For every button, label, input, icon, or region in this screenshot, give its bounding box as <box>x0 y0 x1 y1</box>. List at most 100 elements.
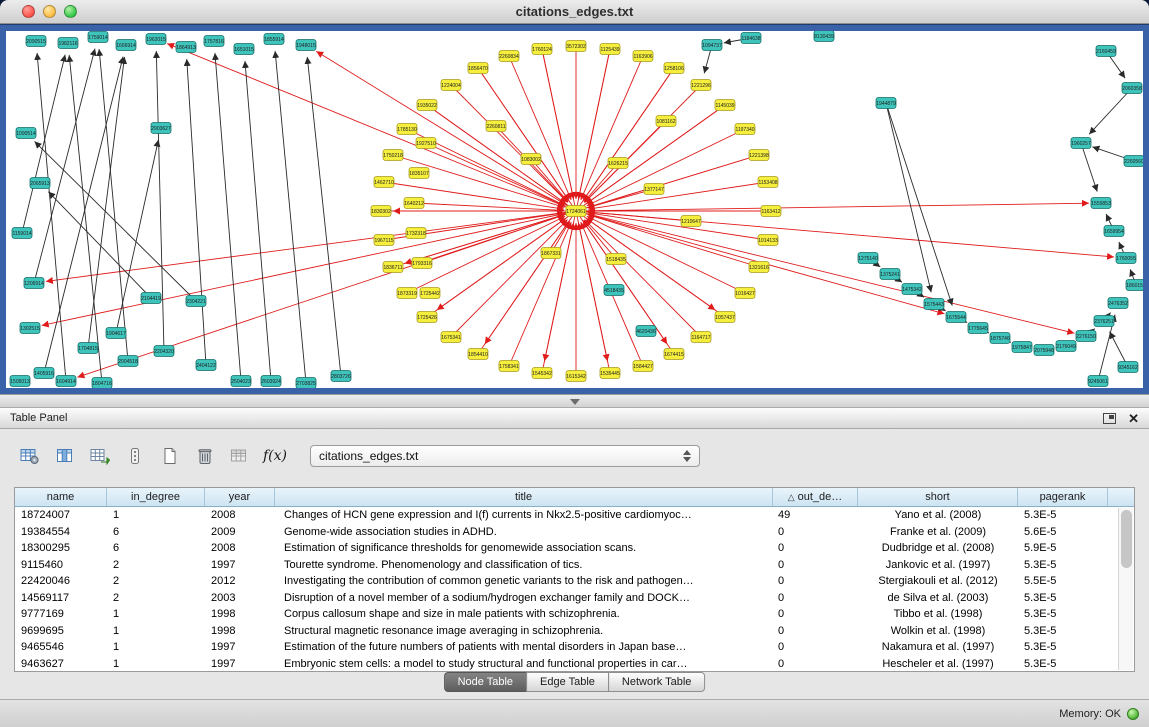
tab-edge-table[interactable]: Edge Table <box>526 672 609 692</box>
network-node[interactable]: 1163412 <box>761 206 781 217</box>
network-node[interactable]: 1855914 <box>264 34 284 45</box>
network-node[interactable]: 1505013 <box>10 376 30 387</box>
network-node[interactable]: 1750218 <box>383 150 403 161</box>
column-header-year[interactable]: year <box>205 488 275 506</box>
network-node[interactable]: 2204320 <box>154 346 174 357</box>
table-row[interactable]: 1830029562008Estimation of significance … <box>15 540 1134 557</box>
table-selector-dropdown[interactable]: citations_edges.txt <box>310 445 700 467</box>
network-node[interactable]: 1575443 <box>924 299 944 310</box>
network-node[interactable]: 2065913 <box>30 178 50 189</box>
table-row[interactable]: 1456911722003Disruption of a novel membe… <box>15 590 1134 607</box>
network-node[interactable]: 1793316 <box>412 258 432 269</box>
network-node[interactable]: 1016427 <box>735 288 755 299</box>
network-node[interactable]: 1258106 <box>664 63 684 74</box>
network-node[interactable]: 1724061 <box>566 206 586 217</box>
network-node[interactable]: 1760055 <box>1116 253 1136 264</box>
delete-table-icon[interactable] <box>191 443 219 469</box>
network-node[interactable]: 1835107 <box>409 168 429 179</box>
network-node[interactable]: 2104419 <box>141 293 161 304</box>
network-node[interactable]: 1804716 <box>92 378 112 389</box>
network-node[interactable]: 1405916 <box>34 368 54 379</box>
network-node[interactable]: 1725426 <box>417 312 437 323</box>
network-node[interactable]: 1775645 <box>968 323 988 334</box>
minimize-window-button[interactable] <box>43 5 56 18</box>
network-node[interactable]: 1462710 <box>374 177 394 188</box>
network-node[interactable]: 1704815 <box>78 343 98 354</box>
network-node[interactable]: 2260811 <box>486 121 506 132</box>
network-node[interactable]: 4518435 <box>604 285 624 296</box>
network-node[interactable]: 1518435 <box>606 254 626 265</box>
row-height-icon[interactable] <box>121 443 149 469</box>
network-canvas[interactable]: 1724061116341211534081221398119734011450… <box>6 31 1143 388</box>
function-builder-icon[interactable]: f(x) <box>261 443 289 469</box>
network-node[interactable]: 1757816 <box>204 36 224 47</box>
column-header-title[interactable]: title <box>275 488 773 506</box>
table-row[interactable]: 977716911998Corpus callosum shape and si… <box>15 606 1134 623</box>
network-node[interactable]: 2703825 <box>296 378 316 389</box>
network-node[interactable]: 1159014 <box>12 228 32 239</box>
network-node[interactable]: 1967115 <box>374 235 394 246</box>
splitter-collapse-icon[interactable] <box>570 399 580 405</box>
network-node[interactable]: 1732318 <box>406 228 426 239</box>
network-node[interactable]: 1321616 <box>749 262 769 273</box>
table-row[interactable]: 911546021997Tourette syndrome. Phenomeno… <box>15 557 1134 574</box>
network-node[interactable]: 1836711 <box>383 262 403 273</box>
network-node[interactable]: 2504023 <box>231 376 251 387</box>
network-node[interactable]: 8130439 <box>814 31 834 42</box>
network-node[interactable]: 1785130 <box>397 124 417 135</box>
table-row[interactable]: 2242004622012Investigating the contribut… <box>15 573 1134 590</box>
column-header-in_degree[interactable]: in_degree <box>107 488 205 506</box>
network-node[interactable]: 1535445 <box>600 368 620 379</box>
close-panel-icon[interactable]: ✕ <box>1128 412 1139 425</box>
window-titlebar[interactable]: citations_edges.txt <box>0 0 1149 24</box>
network-node[interactable]: 9345162 <box>1118 362 1138 373</box>
network-node[interactable]: 1651015 <box>234 44 254 55</box>
network-node[interactable]: 1759014 <box>88 32 108 43</box>
column-header-pagerank[interactable]: pagerank <box>1018 488 1108 506</box>
network-node[interactable]: 2276150 <box>1076 331 1096 342</box>
network-node[interactable]: 1830302 <box>371 206 391 217</box>
network-node[interactable]: 1125439 <box>600 44 620 55</box>
network-node[interactable]: 1626215 <box>608 158 628 169</box>
network-node[interactable]: 1982116 <box>58 38 78 49</box>
network-node[interactable]: 1153408 <box>758 177 778 188</box>
network-node[interactable]: 1057437 <box>715 312 735 323</box>
network-node[interactable]: 1615342 <box>566 371 586 382</box>
table-row[interactable]: 946362711997Embryonic stem cells: a mode… <box>15 656 1134 673</box>
network-node[interactable]: 2903627 <box>151 123 171 134</box>
network-node[interactable]: 2060358 <box>1122 83 1142 94</box>
network-node[interactable]: 2160459 <box>1096 46 1116 57</box>
network-node[interactable]: 1210647 <box>681 216 701 227</box>
merge-table-icon[interactable] <box>226 443 254 469</box>
network-node[interactable]: 1904617 <box>106 328 126 339</box>
column-preferences-icon[interactable] <box>51 443 79 469</box>
network-node[interactable]: 1163906 <box>633 51 653 62</box>
network-node[interactable]: 1854410 <box>468 349 488 360</box>
network-node[interactable]: 1867331 <box>541 248 561 259</box>
network-node[interactable]: 1760124 <box>532 44 552 55</box>
network-node[interactable]: 1081162 <box>656 116 676 127</box>
column-header-out_degree[interactable]: △out_de… <box>773 488 858 506</box>
network-node[interactable]: 1927510 <box>416 138 436 149</box>
network-node[interactable]: 2304221 <box>186 296 206 307</box>
network-node[interactable]: 1856470 <box>468 63 488 74</box>
network-node[interactable]: 1675544 <box>946 312 966 323</box>
table-row[interactable]: 946554611997Estimation of the future num… <box>15 639 1134 656</box>
network-node[interactable]: 1975847 <box>1012 342 1032 353</box>
panel-splitter[interactable] <box>0 394 1149 408</box>
network-node[interactable]: 1475342 <box>902 284 922 295</box>
tab-node-table[interactable]: Node Table <box>444 672 527 692</box>
network-node[interactable]: 2404122 <box>196 360 216 371</box>
network-node[interactable]: 1145039 <box>715 100 735 111</box>
network-node[interactable]: 1584427 <box>633 361 653 372</box>
network-node[interactable]: 1221296 <box>691 80 711 91</box>
network-node[interactable]: 1758341 <box>499 361 519 372</box>
network-node[interactable]: 1545342 <box>532 368 552 379</box>
table-settings-icon[interactable] <box>16 443 44 469</box>
network-node[interactable]: 1864913 <box>176 42 196 53</box>
network-node[interactable]: 1559853 <box>1091 198 1111 209</box>
zoom-window-button[interactable] <box>64 5 77 18</box>
network-node[interactable]: 1675341 <box>441 332 461 343</box>
table-scrollbar[interactable] <box>1118 508 1133 670</box>
float-panel-icon[interactable] <box>1103 413 1116 424</box>
